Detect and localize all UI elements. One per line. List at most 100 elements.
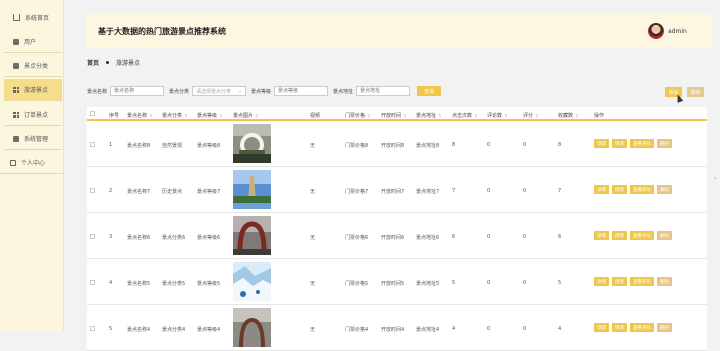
cell-price: 门票价格8	[345, 143, 369, 149]
edit-button[interactable]: 修改	[612, 277, 627, 286]
sidebar-item-users[interactable]: 用户	[4, 31, 62, 53]
row-checkbox[interactable]	[90, 280, 95, 285]
cell-open: 开放时间6	[381, 235, 405, 241]
cell-name: 景点名称8	[127, 143, 151, 149]
cell-score: 0	[523, 280, 527, 286]
header-label: 景点图片	[233, 113, 254, 119]
row-checkbox[interactable]	[90, 234, 95, 239]
header-cell[interactable]: 收藏数 ⇅	[558, 112, 579, 119]
sort-icon: ⇅	[149, 113, 153, 118]
header-cell[interactable]: 评论数 ⇅	[487, 112, 508, 119]
username[interactable]: admin	[668, 28, 687, 35]
cell-no: 2	[109, 188, 113, 194]
name-input[interactable]	[110, 86, 165, 96]
attraction-image	[233, 262, 271, 301]
cell-video: 无	[310, 281, 316, 287]
row-checkbox[interactable]	[90, 326, 95, 331]
edit-button[interactable]: 修改	[612, 139, 627, 148]
detail-button[interactable]: 详情	[594, 231, 609, 240]
edit-button[interactable]: 修改	[612, 185, 627, 194]
header-cell[interactable]: 点击次数 ⇅	[452, 112, 478, 119]
cell-favorites: 8	[558, 142, 562, 148]
attraction-image	[233, 124, 271, 163]
detail-button[interactable]: 详情	[594, 139, 609, 148]
header-cell[interactable]: 评分 ⇅	[523, 112, 539, 119]
cell-price: 门票价格5	[345, 281, 369, 287]
cell-clicks: 5	[452, 280, 456, 286]
header-cell[interactable]: 开放时间 ⇅	[381, 112, 407, 119]
address-input[interactable]	[356, 86, 411, 96]
header-cell[interactable]: 景点名称 ⇅	[127, 112, 153, 119]
view-comments-button[interactable]: 查看评论	[630, 185, 654, 194]
header-label: 景点地址	[416, 113, 437, 119]
sidebar-item-category[interactable]: 景点分类	[4, 55, 62, 77]
cell-name: 景点名称4	[127, 327, 151, 333]
delete-button[interactable]: 删除	[687, 87, 704, 97]
sort-icon: ⇅	[255, 113, 259, 118]
delete-row-button[interactable]: 删除	[657, 139, 672, 148]
breadcrumb-current: 旅游景点	[116, 60, 141, 67]
chevron-down-icon: ⌄	[237, 88, 243, 94]
cell-no: 1	[109, 142, 113, 148]
view-comments-button[interactable]: 查看评论	[630, 231, 654, 240]
attraction-image	[233, 308, 271, 348]
view-comments-button[interactable]: 查看评论	[630, 277, 654, 286]
cell-category: 景点分类4	[162, 327, 186, 333]
view-comments-button[interactable]: 查看评论	[630, 139, 654, 148]
header-label: 景点分类	[162, 113, 183, 119]
delete-row-button[interactable]: 删除	[657, 185, 672, 194]
header-cell[interactable]: 景点地址 ⇅	[416, 112, 442, 119]
row-checkbox[interactable]	[90, 142, 95, 147]
name-label: 景点名称	[87, 88, 108, 95]
cell-comments: 0	[487, 188, 491, 194]
detail-button[interactable]: 详情	[594, 277, 609, 286]
header-label: 评分	[523, 113, 534, 119]
header-label: 评论数	[487, 113, 503, 119]
detail-button[interactable]: 详情	[594, 185, 609, 194]
grid-icon	[13, 86, 19, 93]
select-all-checkbox[interactable]	[90, 111, 95, 116]
row-checkbox[interactable]	[90, 188, 95, 193]
sidebar-item-system[interactable]: 系统管理	[4, 128, 62, 150]
page-title: 基于大数据的热门旅游景点推荐系统	[98, 27, 226, 36]
header-cell[interactable]: 景点分类 ⇅	[162, 112, 188, 119]
user-list-icon	[13, 38, 19, 45]
sidebar-item-orders[interactable]: 订单景点	[4, 104, 62, 126]
header-cell: 视频	[310, 113, 321, 119]
sidebar-item-label: 订单景点	[24, 112, 49, 119]
row-actions: 详情 修改 查看评论 删除	[594, 277, 672, 286]
sidebar-item-attractions[interactable]: 旅游景点	[4, 79, 62, 101]
cell-price: 门票价格4	[345, 327, 369, 333]
header-cell[interactable]: 景点图片 ⇅	[233, 112, 259, 119]
header-cell[interactable]: 景点等级 ⇅	[197, 112, 223, 119]
sort-icon: ⇅	[403, 113, 407, 118]
breadcrumb-home[interactable]: 首页	[87, 58, 99, 67]
breadcrumb-separator	[106, 61, 110, 64]
avatar[interactable]	[648, 23, 664, 39]
row-actions: 详情 修改 查看评论 删除	[594, 185, 672, 194]
header-cell: 序号	[109, 113, 120, 119]
header-cell[interactable]: 门票价格 ⇅	[345, 112, 371, 119]
sidebar-item-home[interactable]: 系统首页	[4, 6, 62, 28]
address-label: 景点地址	[333, 88, 354, 95]
sidebar-item-profile[interactable]: 个人中心	[0, 152, 64, 174]
cell-favorites: 7	[558, 188, 562, 194]
home-icon	[13, 13, 20, 21]
cell-category: 景点分类6	[162, 235, 186, 241]
cell-video: 无	[310, 327, 316, 333]
table-row: 5 景点名称4 景点分类4 景点等级4 无门票价格4 开放时间4 景点地址4 4 0 0 4 详情 修改…	[87, 305, 707, 351]
cell-no: 4	[109, 280, 113, 286]
scroll-arrow-icon[interactable]: ›	[714, 175, 720, 182]
cell-open: 开放时间8	[381, 143, 405, 149]
level-input[interactable]	[274, 86, 329, 96]
table-body: 1 景点名称8 自然景观 景点等级8 无门票价格8 开放时间8 景点地址8 8 0 0 8 详情 修改查…	[87, 121, 707, 351]
delete-row-button[interactable]: 删除	[657, 277, 672, 286]
category-select[interactable]: 请选择景点分类 ⌄	[192, 86, 247, 96]
edit-button[interactable]: 修改	[612, 231, 627, 240]
sidebar-item-label: 用户	[24, 39, 37, 46]
settings-icon	[13, 135, 19, 142]
cell-no: 3	[109, 234, 113, 240]
query-button[interactable]: 查询	[417, 86, 442, 96]
sort-icon: ⇅	[504, 113, 508, 118]
delete-row-button[interactable]: 删除	[657, 231, 672, 240]
